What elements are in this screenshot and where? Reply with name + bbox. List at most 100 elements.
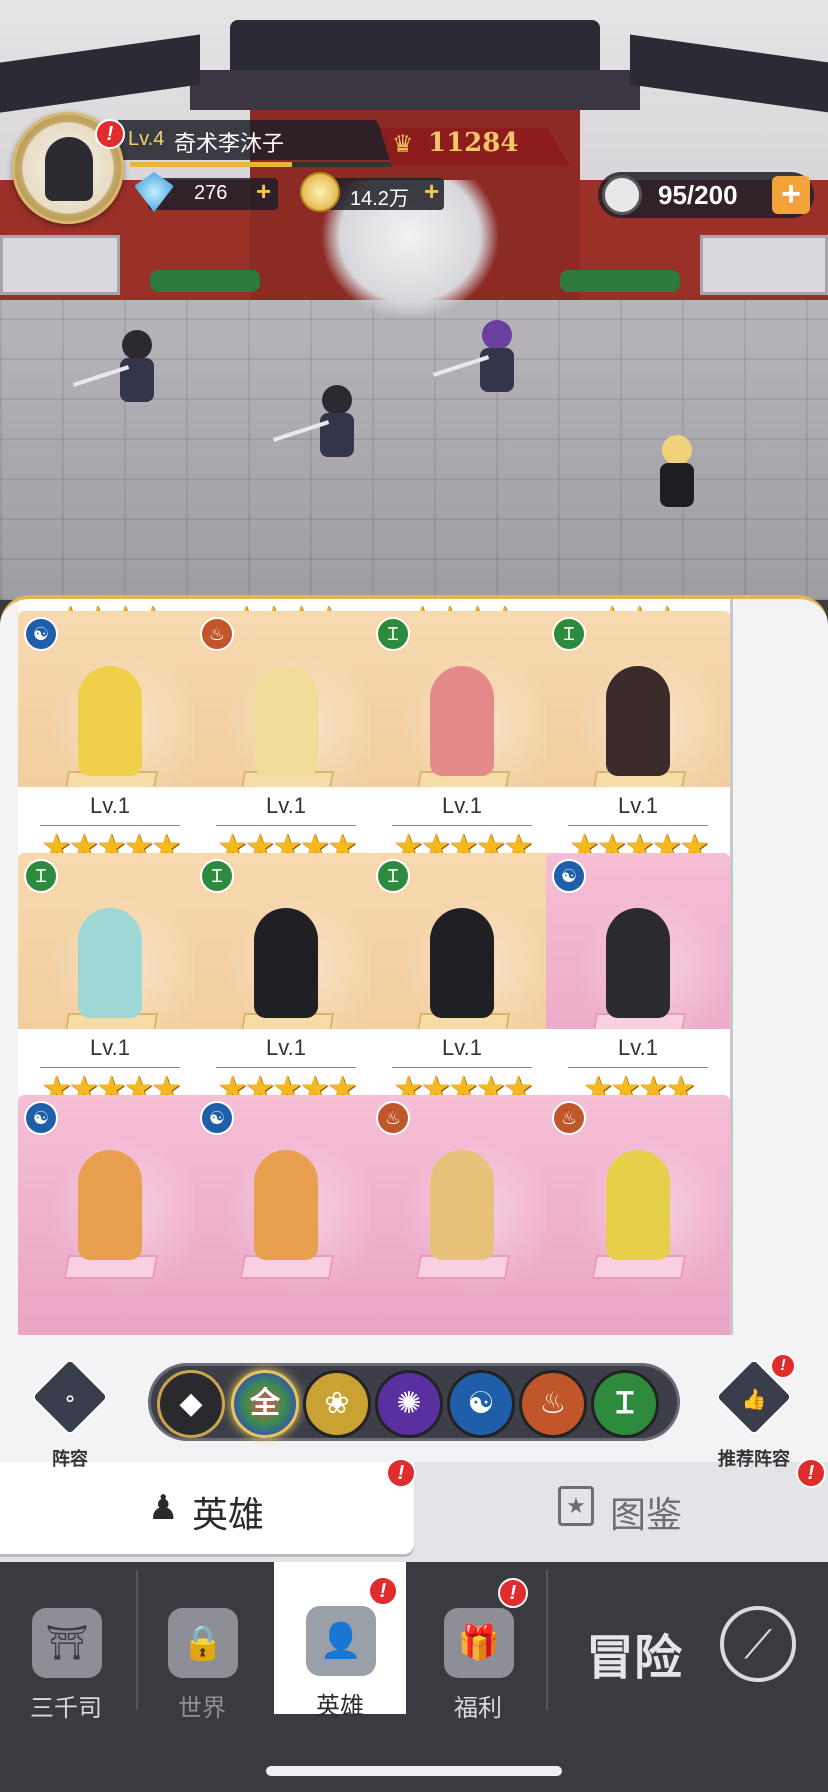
hero-portrait [78, 1150, 142, 1260]
add-stamina-button[interactable]: + [772, 176, 810, 214]
hero-silhouette-icon: ♟ [148, 1489, 179, 1527]
recommend-alert-icon: ! [770, 1353, 796, 1379]
hero-card[interactable]: Ɪ Lv.1 ★★★★★ [194, 853, 378, 1115]
hero-sprite-swordsman[interactable] [72, 330, 164, 414]
faction-filter-all[interactable]: 全 [231, 1370, 299, 1438]
gene-icon: Ɪ [552, 617, 586, 651]
nav-welfare-alert-icon: ! [498, 1578, 528, 1608]
nav-divider [136, 1570, 138, 1710]
recommend-lineup-button[interactable]: 👍 推荐阵容 ! [714, 1353, 796, 1469]
gem-counter: 276 + [134, 172, 278, 212]
combat-power: 11284 [428, 128, 519, 158]
lineup-button[interactable]: ⚬ 阵容 [30, 1357, 110, 1469]
water-icon: ☯ [552, 859, 586, 893]
divider [216, 825, 356, 826]
gold-coin-icon [300, 172, 340, 212]
divider [392, 1067, 532, 1068]
hero-level: Lv.1 [442, 1035, 482, 1060]
hero-portrait [78, 666, 142, 776]
hero-card[interactable]: ♨ [370, 1095, 554, 1335]
hero-sprite-nun[interactable] [650, 435, 704, 519]
nav-welfare[interactable]: 🎁 福利 ! [412, 1578, 544, 1732]
roster-tabs: ♟ 英雄 ! ★ 图鉴 ! [0, 1458, 828, 1562]
adventure-button[interactable]: 冒险 ⟋ [548, 1572, 828, 1722]
add-gold-button[interactable]: + [424, 176, 439, 207]
player-avatar[interactable]: ! [12, 112, 125, 224]
hero-portrait [78, 908, 142, 1018]
monk-icon: ♨ [552, 1101, 586, 1135]
faction-filter-monk[interactable]: ♨ [519, 1370, 587, 1438]
divider [40, 1067, 180, 1068]
faction-filter-demon[interactable]: ✺ [375, 1370, 443, 1438]
faction-filter-gene[interactable]: Ɪ [591, 1370, 659, 1438]
temple-eaves [190, 70, 640, 110]
locked-world-icon: 🔒 [168, 1608, 238, 1678]
gold-amount: 14.2万 [350, 188, 409, 210]
hero-card[interactable]: ☯ Lv.1 ★★★★★ [18, 611, 202, 873]
divider [392, 825, 532, 826]
hero-card[interactable]: Ɪ Lv.1 ★★★★★ [370, 611, 554, 873]
nav-heroes-alert-icon: ! [368, 1576, 398, 1606]
hero-portrait [606, 908, 670, 1018]
nav-heroes[interactable]: 👤 英雄 ! [274, 1562, 406, 1720]
hero-level: Lv.1 [618, 1035, 658, 1060]
water-icon: ☯ [24, 1101, 58, 1135]
faction-filter-water[interactable]: ☯ [447, 1370, 515, 1438]
stamina-amount: 95/200 [658, 180, 738, 210]
left-pavilion-roof [0, 34, 200, 116]
faction-selector: ◆ 全 ❀ ✺ ☯ ♨ Ɪ [148, 1363, 680, 1441]
hero-card[interactable]: Ɪ Lv.1 ★★★★★ [18, 853, 202, 1115]
adventure-label: 冒险 [586, 1632, 683, 1685]
player-name: 奇术李沐子 [174, 131, 285, 156]
nav-world[interactable]: 🔒 世界 [136, 1582, 268, 1732]
faction-filter-lotus[interactable]: ❀ [303, 1370, 371, 1438]
divider [216, 1067, 356, 1068]
hero-card[interactable]: ☯ Lv.1 ★★★★ [546, 853, 730, 1115]
hero-card[interactable]: ♨ [546, 1095, 730, 1335]
hero-portrait [430, 1150, 494, 1260]
right-panel [700, 235, 828, 295]
stamina-icon [602, 175, 642, 215]
thumbs-up-glyph: 👍 [741, 1389, 767, 1411]
faction-filter-all-types[interactable]: ◆ [157, 1370, 225, 1438]
gift-box-icon: 🎁 [444, 1608, 514, 1678]
gold-counter: 14.2万 + [300, 172, 444, 212]
lineup-glyph: ⚬ [61, 1389, 79, 1411]
hero-card[interactable]: ♨ Lv.1 ★★★★★ [194, 611, 378, 873]
stamina-counter: 95/200 + [598, 172, 814, 218]
divider [216, 597, 356, 598]
avatar-alert-icon: ! [95, 119, 125, 149]
home-indicator[interactable] [266, 1766, 562, 1776]
tab-heroes[interactable]: ♟ 英雄 ! [0, 1458, 416, 1554]
hero-portrait [606, 666, 670, 776]
hero-level: Lv.1 [266, 793, 306, 818]
tab-codex[interactable]: ★ 图鉴 ! [414, 1458, 828, 1554]
hero-sprite-purple[interactable] [432, 320, 524, 404]
hero-card[interactable]: Ɪ Lv.1 ★★★★★ [370, 853, 554, 1115]
divider [40, 597, 180, 598]
divider [392, 597, 532, 598]
right-pavilion-roof [630, 34, 828, 116]
add-gems-button[interactable]: + [256, 176, 271, 207]
temple-icon: ⛩ [32, 1608, 102, 1678]
nav-welfare-label: 福利 [454, 1695, 502, 1722]
right-hedge [560, 270, 680, 292]
divider [568, 597, 708, 598]
nav-world-label: 世界 [178, 1695, 226, 1722]
hero-card[interactable]: ☯ [18, 1095, 202, 1335]
hero-roster-panel[interactable]: Lv.16★★★★Lv.11★★★★Lv.1★★★★Lv.1★★★☯Lv.1★★… [0, 595, 828, 1335]
hero-portrait [606, 1150, 670, 1260]
hero-level: Lv.1 [618, 793, 658, 818]
hero-portrait [254, 908, 318, 1018]
divider [40, 825, 180, 826]
hero-level: Lv.1 [90, 1035, 130, 1060]
hero-card[interactable]: ☯ [194, 1095, 378, 1335]
hero-card[interactable]: Ɪ Lv.1 ★★★★★ [546, 611, 730, 873]
hero-sprite-masked[interactable] [272, 385, 364, 469]
hero-icon: 👤 [306, 1606, 376, 1676]
nav-heroes-label: 英雄 [316, 1693, 364, 1720]
faction-filter-bar: ⚬ 阵容 ◆ 全 ❀ ✺ ☯ ♨ Ɪ 👍 推荐阵容 ! [0, 1335, 828, 1469]
home-scene [0, 0, 828, 600]
nav-sanqiansi[interactable]: ⛩ 三千司 [0, 1582, 132, 1732]
heroes-tab-alert-icon: ! [386, 1458, 416, 1488]
